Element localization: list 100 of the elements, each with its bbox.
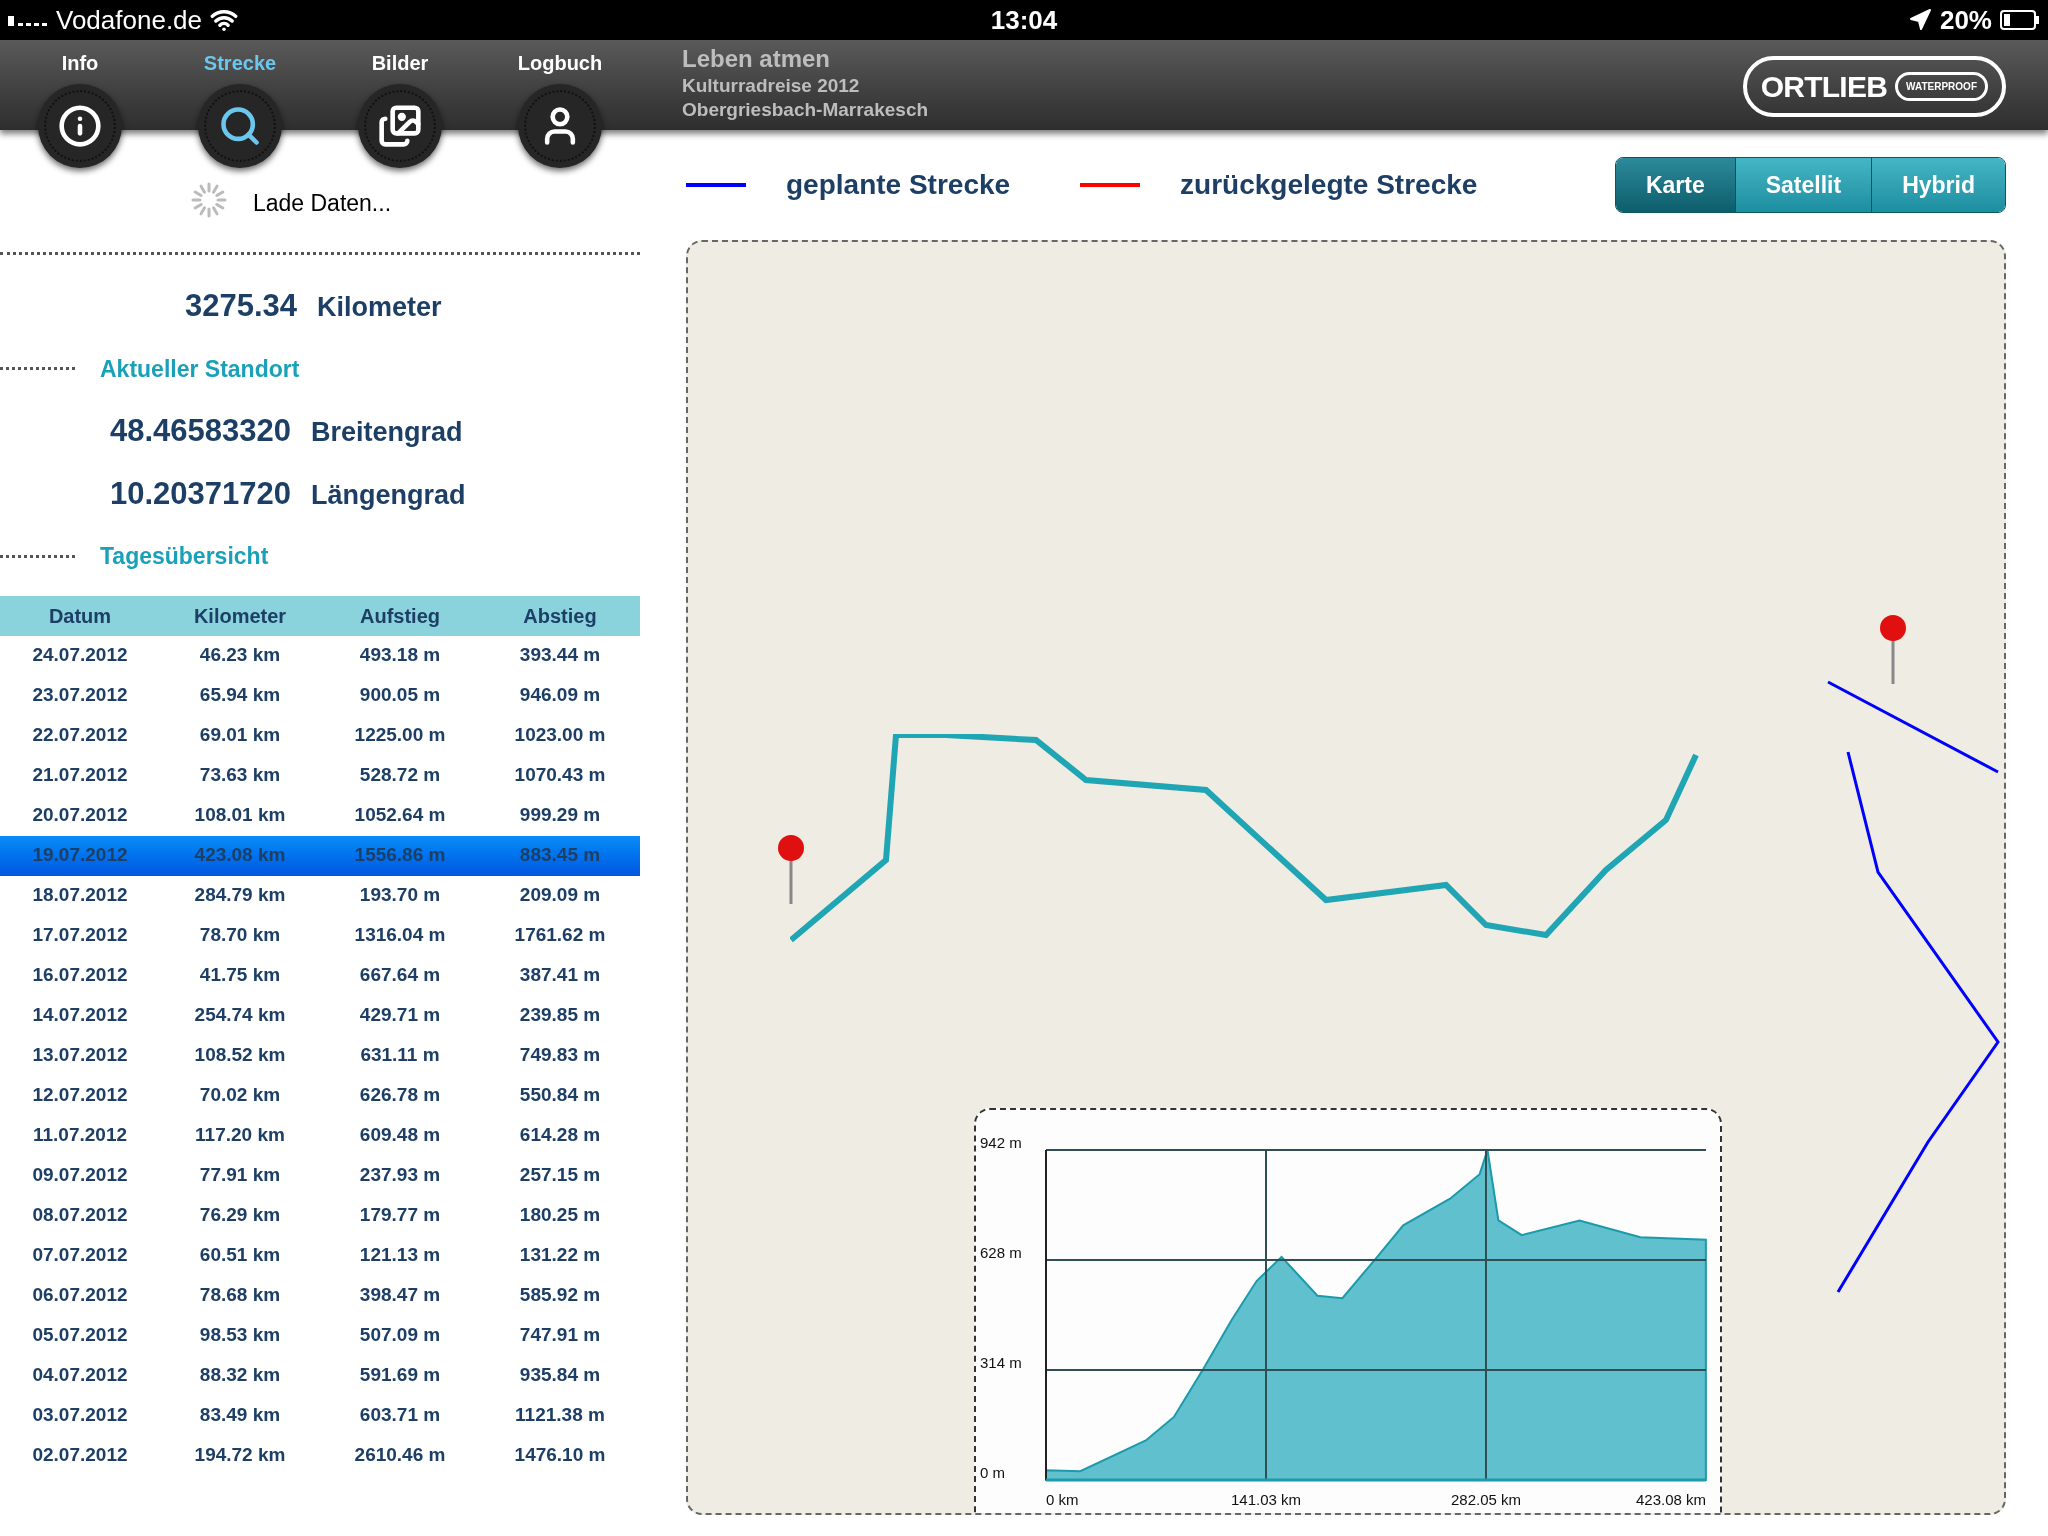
table-cell-text: 1052.64 m bbox=[353, 803, 447, 828]
table-cell-text: 121.13 m bbox=[358, 1243, 442, 1268]
longitude-value: 10.20371720 bbox=[110, 474, 292, 513]
signal-icon bbox=[8, 14, 48, 26]
table-cell-text: 398.47 m bbox=[358, 1283, 442, 1308]
table-cell-text: 06.07.2012 bbox=[31, 1283, 129, 1308]
table-cell-text: 387.41 m bbox=[518, 963, 602, 988]
table-cell-text: 03.07.2012 bbox=[31, 1403, 129, 1428]
table-cell-text: 1121.38 m bbox=[514, 1403, 606, 1428]
table-cell-text: 11.07.2012 bbox=[31, 1123, 128, 1148]
table-cell-text: 17.07.2012 bbox=[31, 923, 129, 948]
table-cell-text: 108.01 km bbox=[193, 803, 287, 828]
map-view[interactable]: 942 m 628 m 314 m 0 m 0 km 141.03 km 282.05 km 423.08 km bbox=[686, 240, 2006, 1515]
table-cell-text: 77.91 km bbox=[198, 1163, 282, 1188]
table-cell-text: 284.79 km bbox=[193, 883, 287, 908]
table-cell-text: 1023.00 m bbox=[513, 723, 607, 748]
distance-value: 3275.34 bbox=[185, 287, 298, 325]
table-cell-text: 237.93 m bbox=[358, 1163, 442, 1188]
table-cell-text: 631.11 m bbox=[359, 1043, 441, 1068]
section-heading: Aktueller Standort bbox=[100, 354, 300, 384]
table-cell-text: 16.07.2012 bbox=[31, 963, 129, 988]
table-cell-text: 614.28 m bbox=[518, 1123, 602, 1148]
table-cell-text: 393.44 m bbox=[518, 643, 602, 668]
table-cell-text: 585.92 m bbox=[518, 1283, 602, 1308]
table-cell-text: 2610.46 m bbox=[353, 1443, 447, 1468]
table-cell-text: 21.07.2012 bbox=[31, 763, 129, 788]
table-cell-text: 98.53 km bbox=[198, 1323, 282, 1348]
table-cell-text: 02.07.2012 bbox=[31, 1443, 129, 1468]
table-cell-text: 07.07.2012 bbox=[31, 1243, 129, 1268]
table-cell-text: 591.69 m bbox=[358, 1363, 442, 1388]
table-cell-text: 493.18 m bbox=[358, 643, 442, 668]
legend-label: geplante Strecke bbox=[786, 168, 1011, 202]
table-cell-text: 73.63 km bbox=[198, 763, 282, 788]
latitude-value: 48.46583320 bbox=[110, 412, 292, 450]
loading-text: Lade Daten... bbox=[252, 188, 392, 218]
table-cell-text: 254.74 km bbox=[193, 1003, 287, 1028]
table-cell-text: 1070.43 m bbox=[513, 763, 607, 788]
table-cell-text: 23.07.2012 bbox=[31, 683, 129, 708]
table-cell-text: 209.09 m bbox=[518, 883, 602, 908]
table-cell-text: 528.72 m bbox=[358, 763, 442, 788]
map-pin-icon bbox=[776, 834, 806, 904]
x-tick-label: 282.05 km bbox=[1450, 1491, 1521, 1508]
nav-tab[interactable]: Info bbox=[0, 40, 160, 168]
table-cell-text: 41.75 km bbox=[198, 963, 282, 988]
table-cell-text: 507.09 m bbox=[358, 1323, 442, 1348]
table-cell-text: 70.02 km bbox=[198, 1083, 282, 1108]
table-cell-text: 603.71 m bbox=[358, 1403, 442, 1428]
nav-tab[interactable]: Strecke bbox=[160, 40, 320, 168]
table-cell-text: 83.49 km bbox=[198, 1403, 282, 1428]
y-tick-label: 0 m bbox=[980, 1464, 1005, 1481]
table-cell-text: 1556.86 m bbox=[353, 843, 447, 868]
y-tick-label: 628 m bbox=[980, 1244, 1022, 1261]
table-cell-text: 194.72 km bbox=[193, 1443, 287, 1468]
map-type-segment[interactable]: Karte bbox=[1615, 158, 1735, 212]
table-cell-text: 69.01 km bbox=[198, 723, 282, 748]
table-cell-text: 117.20 km bbox=[194, 1123, 286, 1148]
section-heading: Tagesübersicht bbox=[100, 542, 269, 571]
table-cell-text: 883.45 m bbox=[518, 843, 602, 868]
table-cell-text: 46.23 km bbox=[198, 643, 282, 668]
table-cell-text: 88.32 km bbox=[198, 1363, 282, 1388]
latitude-label: Breitengrad bbox=[311, 416, 463, 449]
table-cell-text: 76.29 km bbox=[198, 1203, 282, 1228]
table-cell-text: 08.07.2012 bbox=[31, 1203, 129, 1228]
distance-unit: Kilometer bbox=[317, 291, 442, 324]
y-tick-label: 942 m bbox=[980, 1134, 1022, 1151]
brand-logo: ORTLIEB WATERPROOF bbox=[1742, 56, 2006, 117]
x-tick-label: 141.03 km bbox=[1231, 1491, 1302, 1508]
table-cell-text: 1476.10 m bbox=[513, 1443, 607, 1468]
longitude-label: Längengrad bbox=[311, 478, 466, 512]
nav-tab[interactable]: Bilder bbox=[320, 40, 480, 168]
map-pin-icon bbox=[1878, 614, 1908, 684]
table-cell-text: 108.52 km bbox=[193, 1043, 287, 1068]
column-header: Aufstieg bbox=[359, 603, 441, 629]
location-arrow-icon bbox=[1907, 8, 1932, 32]
table-cell-text: 257.15 m bbox=[518, 1163, 602, 1188]
app-title: Leben atmen bbox=[682, 44, 832, 74]
table-cell-text: 193.70 m bbox=[358, 883, 442, 908]
table-cell-text: 180.25 m bbox=[518, 1203, 602, 1228]
table-cell-text: 609.48 m bbox=[358, 1123, 442, 1148]
clock-time: 13:04 bbox=[990, 3, 1058, 37]
search-icon bbox=[218, 104, 262, 148]
table-cell-text: 1316.04 m bbox=[353, 923, 447, 948]
table-cell-text: 946.09 m bbox=[518, 683, 602, 708]
table-cell-text: 12.07.2012 bbox=[31, 1083, 129, 1108]
table-cell-text: 78.68 km bbox=[198, 1283, 282, 1308]
column-header: Kilometer bbox=[192, 603, 288, 629]
info-icon bbox=[58, 104, 102, 148]
table-cell-text: 749.83 m bbox=[518, 1043, 602, 1068]
table-cell-text: 20.07.2012 bbox=[31, 803, 129, 828]
table-cell-text: 747.91 m bbox=[518, 1323, 602, 1348]
table-cell-text: 09.07.2012 bbox=[31, 1163, 129, 1188]
nav-tab[interactable]: Logbuch bbox=[480, 40, 640, 168]
x-tick-label: 423.08 km bbox=[1635, 1491, 1706, 1508]
table-cell-text: 423.08 km bbox=[193, 843, 287, 868]
x-tick-label: 0 km bbox=[1046, 1491, 1079, 1508]
column-header: Datum bbox=[47, 603, 113, 629]
y-tick-label: 314 m bbox=[980, 1354, 1022, 1371]
column-header: Abstieg bbox=[522, 603, 598, 629]
table-cell-text: 05.07.2012 bbox=[31, 1323, 129, 1348]
table-cell-text: 429.71 m bbox=[358, 1003, 442, 1028]
